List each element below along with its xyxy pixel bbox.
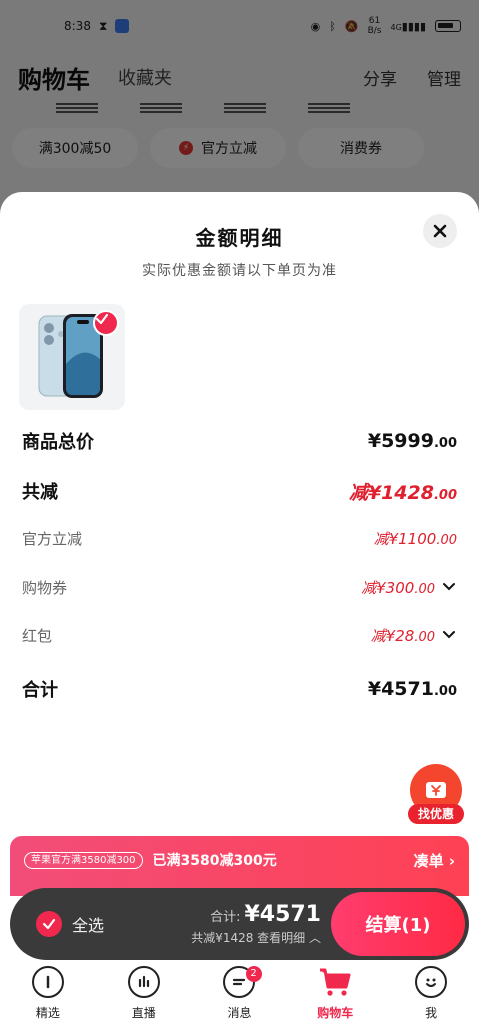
row-total-price: 商品总价 ¥5999.00 <box>22 430 457 453</box>
promotion-text: 已满3580减300元 <box>152 853 277 869</box>
row-total-discount: 共减 减¥1428.00 <box>22 476 457 506</box>
select-all-label: 全选 <box>72 916 105 935</box>
tab-profile[interactable]: 我 <box>383 960 479 1024</box>
cart-icon <box>318 966 352 998</box>
chevron-down-icon[interactable] <box>441 627 457 643</box>
sheet-subtitle: 实际优惠金额请以下单页为准 <box>142 263 337 279</box>
select-all-toggle[interactable]: 全选 <box>36 911 104 937</box>
checkout-button[interactable]: 结算(1) <box>331 892 465 956</box>
row-sum: 合计 ¥4571.00 <box>22 678 457 701</box>
close-button[interactable] <box>423 214 457 248</box>
total-price-value: ¥5999 <box>367 430 434 452</box>
view-details-link[interactable]: 共减¥1428 查看明细 ︿ <box>191 929 321 946</box>
tab-cart[interactable]: 购物车 <box>287 960 383 1024</box>
check-icon <box>36 911 62 937</box>
row-red-packet[interactable]: 红包 减¥28.00 <box>22 620 457 650</box>
message-badge: 2 <box>245 966 262 982</box>
official-discount-value: 减¥1100 <box>373 529 437 548</box>
sheet-title: 金额明细 <box>195 226 284 250</box>
red-packet-value: 减¥28 <box>370 626 415 645</box>
shopping-coupon-value: 减¥300 <box>361 578 415 597</box>
checkout-bar: 全选 合计: ¥4571 共减¥1428 查看明细 ︿ 结算(1) <box>10 888 469 960</box>
close-icon <box>433 224 447 238</box>
tab-home[interactable]: 精选 <box>0 960 96 1024</box>
product-selected-check[interactable] <box>93 310 119 336</box>
total-value: ¥4571 <box>244 902 321 927</box>
total-discount-value: 减¥1428 <box>348 481 434 504</box>
live-icon <box>127 966 160 998</box>
check-icon <box>95 313 109 325</box>
promotion-bar: 苹果官方满3580减300 已满3580减300元 凑单 › <box>10 836 469 896</box>
product-thumbnail[interactable] <box>19 304 125 410</box>
row-official-discount: 官方立减 减¥1100.00 <box>22 529 457 548</box>
profile-icon <box>415 966 448 998</box>
chevron-down-icon[interactable] <box>441 579 457 595</box>
bottom-tab-bar: 精选 直播 2 消息 购物车 我 <box>0 960 479 1024</box>
checkout-totals: 合计: ¥4571 共减¥1428 查看明细 ︿ <box>191 902 321 946</box>
home-icon <box>31 966 64 998</box>
sum-value: ¥4571 <box>367 678 434 700</box>
promotion-tag: 苹果官方满3580减300 <box>24 852 143 869</box>
tab-messages[interactable]: 2 消息 <box>192 960 288 1024</box>
total-label: 合计: <box>210 910 241 925</box>
tab-live[interactable]: 直播 <box>96 960 192 1024</box>
add-more-link[interactable]: 凑单 › <box>414 852 455 870</box>
row-shopping-coupon[interactable]: 购物券 减¥300.00 <box>22 572 457 602</box>
find-coupon-button[interactable]: 找优惠 <box>408 762 464 826</box>
